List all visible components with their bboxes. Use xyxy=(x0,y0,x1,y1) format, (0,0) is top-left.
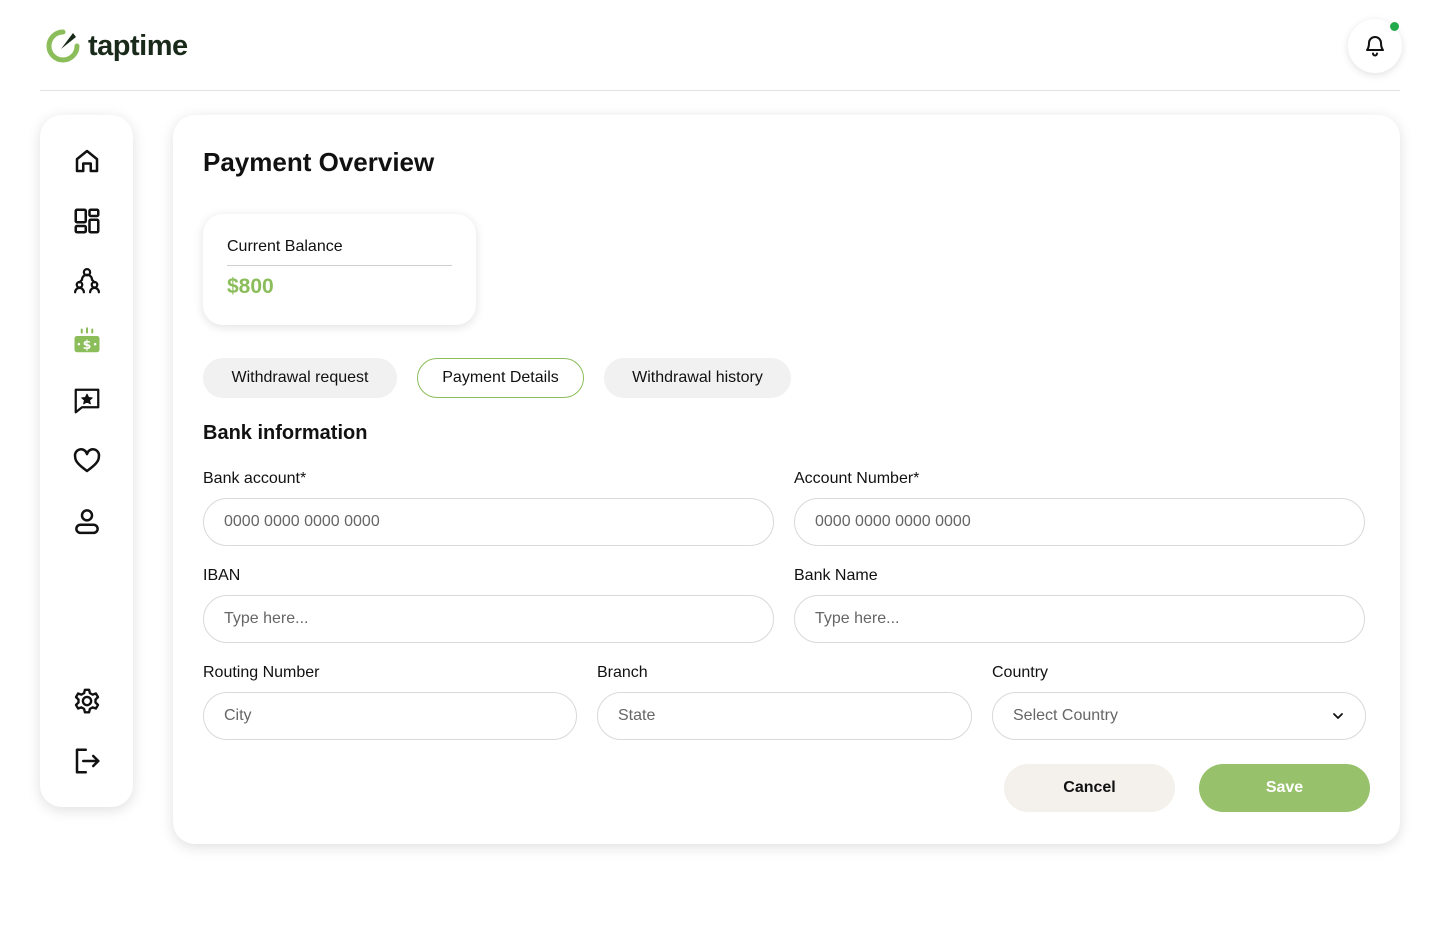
cancel-button[interactable]: Cancel xyxy=(1004,764,1175,812)
save-button[interactable]: Save xyxy=(1199,764,1370,812)
home-icon xyxy=(75,149,99,173)
balance-value: $800 xyxy=(227,275,274,298)
sidebar: $ xyxy=(40,115,133,807)
account-number-input[interactable] xyxy=(794,498,1365,546)
tab-withdrawal-request[interactable]: Withdrawal request xyxy=(203,358,397,398)
branch-input[interactable] xyxy=(597,692,972,740)
logo-mark-icon xyxy=(46,29,80,63)
sidebar-item-reviews[interactable] xyxy=(69,383,105,419)
notification-dot xyxy=(1389,21,1400,32)
routing-number-input[interactable] xyxy=(203,692,577,740)
balance-card: Current Balance $800 xyxy=(203,214,476,325)
settings-gear-icon xyxy=(74,688,100,714)
iban-input[interactable] xyxy=(203,595,774,643)
balance-label: Current Balance xyxy=(227,238,343,255)
account-number-label: Account Number* xyxy=(794,470,920,487)
svg-text:$: $ xyxy=(83,337,92,352)
bell-icon xyxy=(1366,36,1384,57)
brand-name: taptime xyxy=(88,29,188,62)
heart-icon xyxy=(73,448,101,473)
logo[interactable]: taptime xyxy=(44,27,188,65)
bank-account-input[interactable] xyxy=(203,498,774,546)
sidebar-item-logout[interactable] xyxy=(69,743,105,779)
bank-account-label: Bank account* xyxy=(203,470,307,487)
tab-payment-details[interactable]: Payment Details xyxy=(417,358,584,398)
sidebar-item-team[interactable] xyxy=(69,263,105,299)
routing-number-label: Routing Number xyxy=(203,664,320,681)
payment-overview-panel: Payment Overview Current Balance $800 Wi… xyxy=(173,115,1400,844)
branch-label: Branch xyxy=(597,664,648,681)
team-icon xyxy=(74,268,100,294)
divider xyxy=(227,265,452,266)
bank-name-input[interactable] xyxy=(794,595,1365,643)
sidebar-item-profile[interactable] xyxy=(69,503,105,539)
iban-label: IBAN xyxy=(203,567,241,584)
sidebar-item-home[interactable] xyxy=(69,143,105,179)
sidebar-item-settings[interactable] xyxy=(69,683,105,719)
logout-icon xyxy=(75,748,100,774)
tab-withdrawal-history[interactable]: Withdrawal history xyxy=(604,358,791,398)
sidebar-item-dashboard[interactable] xyxy=(69,203,105,239)
notifications-button[interactable] xyxy=(1348,19,1402,73)
top-header: taptime xyxy=(40,0,1402,91)
section-title: Bank information xyxy=(203,422,368,444)
country-select-value: Select Country xyxy=(1013,707,1118,724)
profile-icon xyxy=(75,509,99,535)
page-title: Payment Overview xyxy=(203,147,435,177)
sidebar-item-payments[interactable]: $ xyxy=(69,323,105,359)
sidebar-item-favorites[interactable] xyxy=(69,443,105,479)
review-star-chat-icon xyxy=(74,388,100,414)
bank-name-label: Bank Name xyxy=(794,567,878,584)
payment-money-icon: $ xyxy=(74,327,100,353)
chevron-down-icon xyxy=(1333,713,1343,719)
country-select[interactable]: Select Country xyxy=(992,692,1366,740)
dashboard-grid-icon xyxy=(74,208,100,234)
country-label: Country xyxy=(992,664,1049,681)
